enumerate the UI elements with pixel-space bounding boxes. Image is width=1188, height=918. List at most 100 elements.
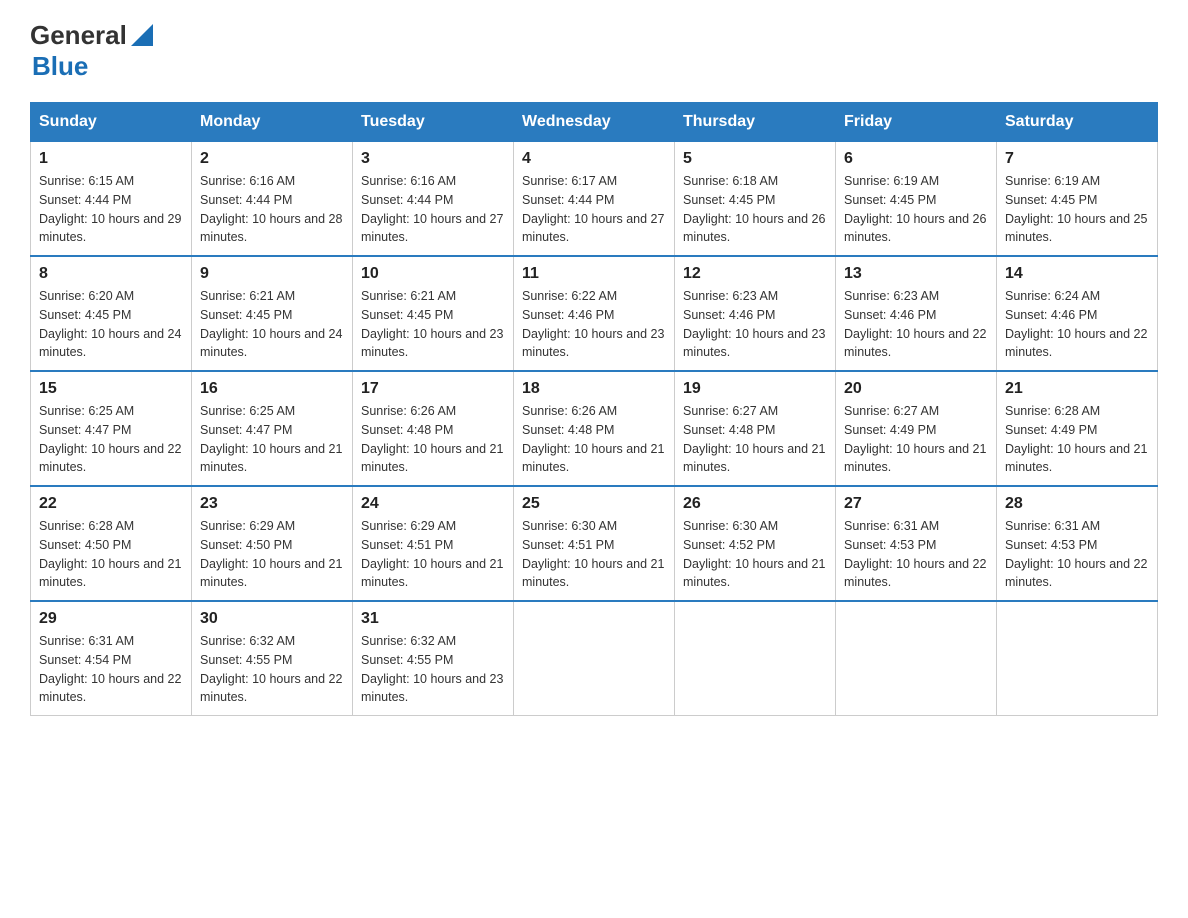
- day-info: Sunrise: 6:26 AMSunset: 4:48 PMDaylight:…: [522, 402, 666, 477]
- day-info: Sunrise: 6:23 AMSunset: 4:46 PMDaylight:…: [844, 287, 988, 362]
- day-info: Sunrise: 6:19 AMSunset: 4:45 PMDaylight:…: [1005, 172, 1149, 247]
- day-number: 4: [522, 150, 666, 168]
- calendar-cell: 14 Sunrise: 6:24 AMSunset: 4:46 PMDaylig…: [997, 256, 1158, 371]
- calendar-week-row: 29 Sunrise: 6:31 AMSunset: 4:54 PMDaylig…: [31, 601, 1158, 716]
- calendar-cell: 23 Sunrise: 6:29 AMSunset: 4:50 PMDaylig…: [192, 486, 353, 601]
- day-info: Sunrise: 6:29 AMSunset: 4:50 PMDaylight:…: [200, 517, 344, 592]
- calendar-cell: 1 Sunrise: 6:15 AMSunset: 4:44 PMDayligh…: [31, 142, 192, 257]
- day-number: 14: [1005, 265, 1149, 283]
- calendar-cell: 2 Sunrise: 6:16 AMSunset: 4:44 PMDayligh…: [192, 142, 353, 257]
- calendar-cell: 13 Sunrise: 6:23 AMSunset: 4:46 PMDaylig…: [836, 256, 997, 371]
- day-number: 2: [200, 150, 344, 168]
- day-number: 26: [683, 495, 827, 513]
- day-number: 31: [361, 610, 505, 628]
- calendar-cell: 15 Sunrise: 6:25 AMSunset: 4:47 PMDaylig…: [31, 371, 192, 486]
- calendar-cell: 30 Sunrise: 6:32 AMSunset: 4:55 PMDaylig…: [192, 601, 353, 716]
- day-info: Sunrise: 6:18 AMSunset: 4:45 PMDaylight:…: [683, 172, 827, 247]
- calendar-cell: 20 Sunrise: 6:27 AMSunset: 4:49 PMDaylig…: [836, 371, 997, 486]
- day-info: Sunrise: 6:25 AMSunset: 4:47 PMDaylight:…: [39, 402, 183, 477]
- weekday-header-tuesday: Tuesday: [353, 103, 514, 142]
- calendar-cell: 3 Sunrise: 6:16 AMSunset: 4:44 PMDayligh…: [353, 142, 514, 257]
- calendar-cell: 26 Sunrise: 6:30 AMSunset: 4:52 PMDaylig…: [675, 486, 836, 601]
- calendar-week-row: 8 Sunrise: 6:20 AMSunset: 4:45 PMDayligh…: [31, 256, 1158, 371]
- day-number: 18: [522, 380, 666, 398]
- day-number: 10: [361, 265, 505, 283]
- day-number: 7: [1005, 150, 1149, 168]
- day-info: Sunrise: 6:28 AMSunset: 4:50 PMDaylight:…: [39, 517, 183, 592]
- calendar-cell: 24 Sunrise: 6:29 AMSunset: 4:51 PMDaylig…: [353, 486, 514, 601]
- weekday-header-row: SundayMondayTuesdayWednesdayThursdayFrid…: [31, 103, 1158, 142]
- page-header: General Blue: [30, 20, 1158, 82]
- day-info: Sunrise: 6:17 AMSunset: 4:44 PMDaylight:…: [522, 172, 666, 247]
- calendar-cell: 29 Sunrise: 6:31 AMSunset: 4:54 PMDaylig…: [31, 601, 192, 716]
- day-info: Sunrise: 6:32 AMSunset: 4:55 PMDaylight:…: [361, 632, 505, 707]
- calendar-cell: 17 Sunrise: 6:26 AMSunset: 4:48 PMDaylig…: [353, 371, 514, 486]
- day-number: 16: [200, 380, 344, 398]
- day-number: 30: [200, 610, 344, 628]
- calendar-cell: 25 Sunrise: 6:30 AMSunset: 4:51 PMDaylig…: [514, 486, 675, 601]
- day-number: 21: [1005, 380, 1149, 398]
- day-info: Sunrise: 6:24 AMSunset: 4:46 PMDaylight:…: [1005, 287, 1149, 362]
- day-info: Sunrise: 6:16 AMSunset: 4:44 PMDaylight:…: [200, 172, 344, 247]
- day-number: 24: [361, 495, 505, 513]
- day-number: 20: [844, 380, 988, 398]
- day-info: Sunrise: 6:20 AMSunset: 4:45 PMDaylight:…: [39, 287, 183, 362]
- weekday-header-wednesday: Wednesday: [514, 103, 675, 142]
- calendar-cell: 22 Sunrise: 6:28 AMSunset: 4:50 PMDaylig…: [31, 486, 192, 601]
- calendar-cell: [997, 601, 1158, 716]
- day-number: 5: [683, 150, 827, 168]
- day-number: 17: [361, 380, 505, 398]
- day-info: Sunrise: 6:27 AMSunset: 4:49 PMDaylight:…: [844, 402, 988, 477]
- calendar-week-row: 15 Sunrise: 6:25 AMSunset: 4:47 PMDaylig…: [31, 371, 1158, 486]
- day-info: Sunrise: 6:26 AMSunset: 4:48 PMDaylight:…: [361, 402, 505, 477]
- calendar-cell: 21 Sunrise: 6:28 AMSunset: 4:49 PMDaylig…: [997, 371, 1158, 486]
- day-number: 28: [1005, 495, 1149, 513]
- calendar-cell: 18 Sunrise: 6:26 AMSunset: 4:48 PMDaylig…: [514, 371, 675, 486]
- day-number: 27: [844, 495, 988, 513]
- calendar-cell: [836, 601, 997, 716]
- day-info: Sunrise: 6:31 AMSunset: 4:54 PMDaylight:…: [39, 632, 183, 707]
- day-info: Sunrise: 6:19 AMSunset: 4:45 PMDaylight:…: [844, 172, 988, 247]
- calendar-week-row: 1 Sunrise: 6:15 AMSunset: 4:44 PMDayligh…: [31, 142, 1158, 257]
- day-info: Sunrise: 6:15 AMSunset: 4:44 PMDaylight:…: [39, 172, 183, 247]
- calendar-cell: 7 Sunrise: 6:19 AMSunset: 4:45 PMDayligh…: [997, 142, 1158, 257]
- calendar-table: SundayMondayTuesdayWednesdayThursdayFrid…: [30, 102, 1158, 716]
- logo-triangle-icon: [131, 24, 153, 46]
- logo-blue-text: Blue: [32, 51, 88, 81]
- day-info: Sunrise: 6:28 AMSunset: 4:49 PMDaylight:…: [1005, 402, 1149, 477]
- weekday-header-friday: Friday: [836, 103, 997, 142]
- logo-general-text: General: [30, 20, 127, 51]
- day-info: Sunrise: 6:21 AMSunset: 4:45 PMDaylight:…: [361, 287, 505, 362]
- day-info: Sunrise: 6:16 AMSunset: 4:44 PMDaylight:…: [361, 172, 505, 247]
- day-number: 8: [39, 265, 183, 283]
- calendar-cell: 16 Sunrise: 6:25 AMSunset: 4:47 PMDaylig…: [192, 371, 353, 486]
- calendar-cell: 8 Sunrise: 6:20 AMSunset: 4:45 PMDayligh…: [31, 256, 192, 371]
- day-info: Sunrise: 6:22 AMSunset: 4:46 PMDaylight:…: [522, 287, 666, 362]
- day-number: 12: [683, 265, 827, 283]
- calendar-cell: 31 Sunrise: 6:32 AMSunset: 4:55 PMDaylig…: [353, 601, 514, 716]
- calendar-cell: 9 Sunrise: 6:21 AMSunset: 4:45 PMDayligh…: [192, 256, 353, 371]
- day-info: Sunrise: 6:21 AMSunset: 4:45 PMDaylight:…: [200, 287, 344, 362]
- day-number: 22: [39, 495, 183, 513]
- weekday-header-monday: Monday: [192, 103, 353, 142]
- calendar-cell: 28 Sunrise: 6:31 AMSunset: 4:53 PMDaylig…: [997, 486, 1158, 601]
- calendar-cell: [514, 601, 675, 716]
- weekday-header-sunday: Sunday: [31, 103, 192, 142]
- day-info: Sunrise: 6:25 AMSunset: 4:47 PMDaylight:…: [200, 402, 344, 477]
- day-info: Sunrise: 6:29 AMSunset: 4:51 PMDaylight:…: [361, 517, 505, 592]
- day-info: Sunrise: 6:31 AMSunset: 4:53 PMDaylight:…: [844, 517, 988, 592]
- calendar-cell: 6 Sunrise: 6:19 AMSunset: 4:45 PMDayligh…: [836, 142, 997, 257]
- day-info: Sunrise: 6:30 AMSunset: 4:51 PMDaylight:…: [522, 517, 666, 592]
- calendar-week-row: 22 Sunrise: 6:28 AMSunset: 4:50 PMDaylig…: [31, 486, 1158, 601]
- day-info: Sunrise: 6:30 AMSunset: 4:52 PMDaylight:…: [683, 517, 827, 592]
- day-number: 29: [39, 610, 183, 628]
- day-number: 25: [522, 495, 666, 513]
- day-number: 15: [39, 380, 183, 398]
- day-number: 23: [200, 495, 344, 513]
- day-number: 9: [200, 265, 344, 283]
- day-number: 1: [39, 150, 183, 168]
- day-number: 19: [683, 380, 827, 398]
- day-info: Sunrise: 6:31 AMSunset: 4:53 PMDaylight:…: [1005, 517, 1149, 592]
- weekday-header-thursday: Thursday: [675, 103, 836, 142]
- day-info: Sunrise: 6:23 AMSunset: 4:46 PMDaylight:…: [683, 287, 827, 362]
